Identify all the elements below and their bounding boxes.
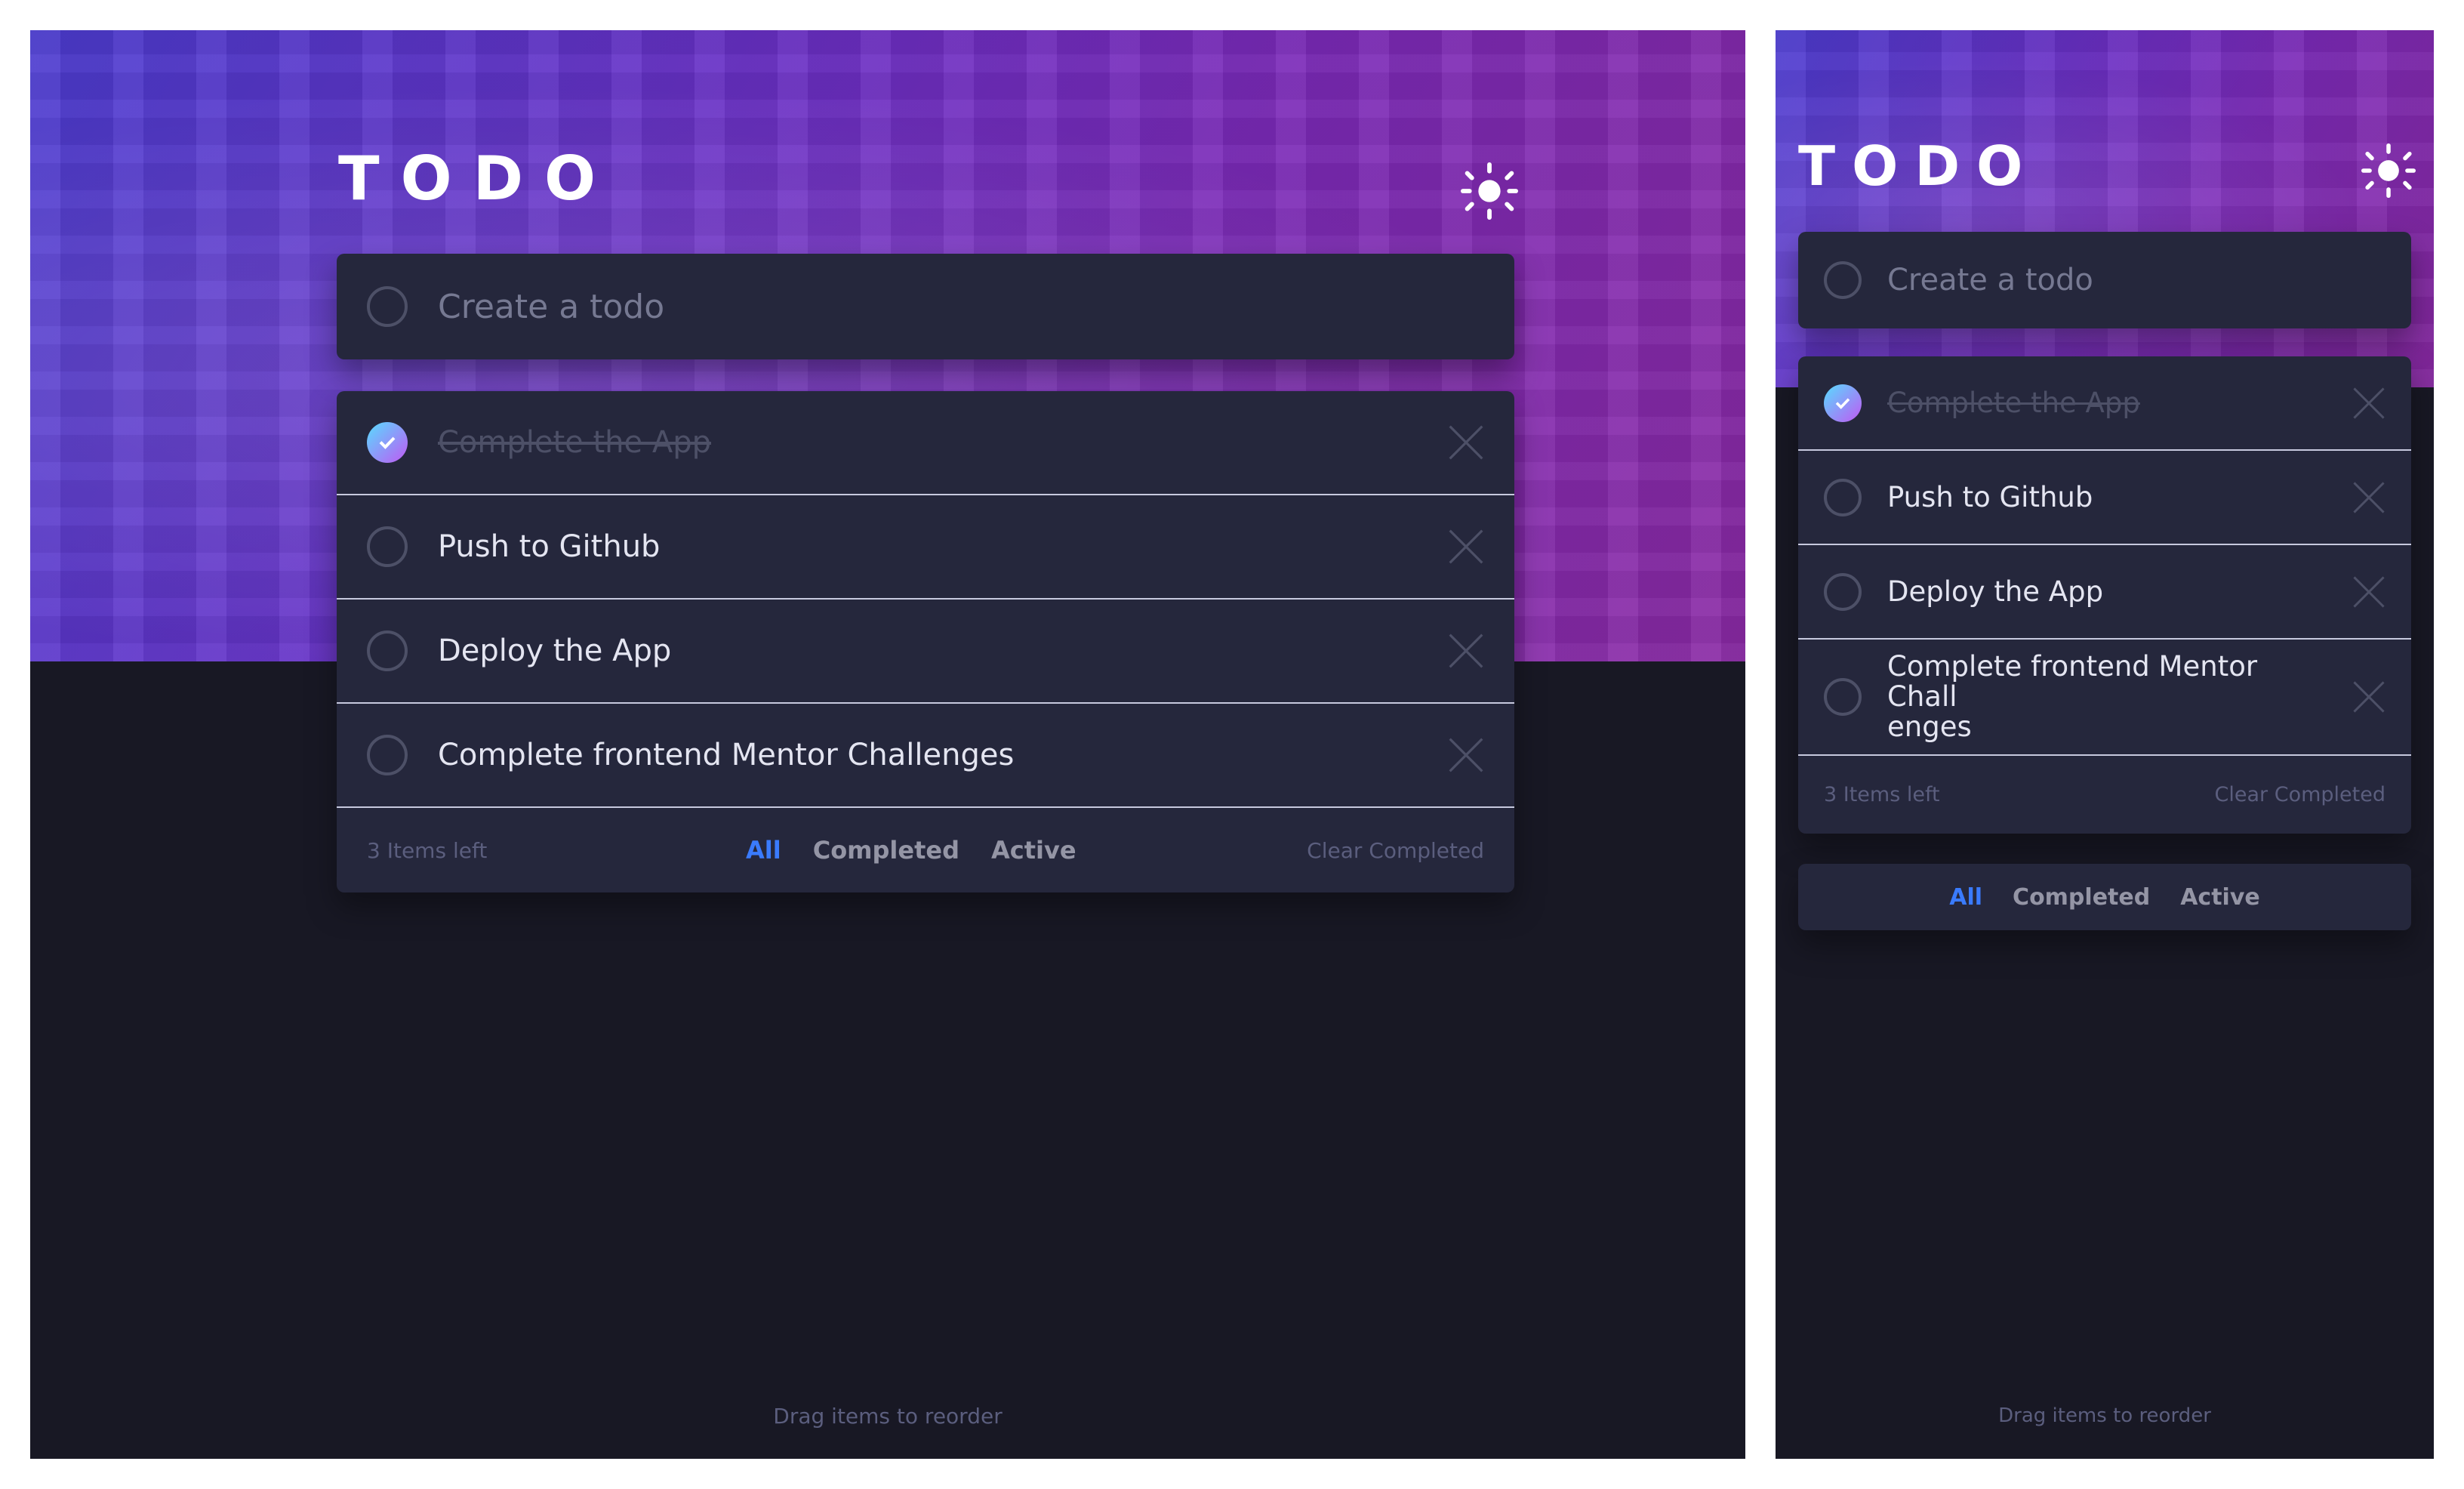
sun-icon[interactable]	[1461, 162, 1518, 220]
todo-item-text-line: enges	[1887, 711, 1972, 743]
todo-item-text-line: Complete frontend Mentor Chall	[1887, 650, 2258, 713]
drag-hint: Drag items to reorder	[773, 1404, 1003, 1429]
app-title: TODO	[1798, 134, 2040, 198]
create-todo-input[interactable]: Create a todo	[1887, 263, 2093, 297]
create-circle-icon[interactable]	[1824, 261, 1862, 299]
todo-item[interactable]: Complete frontend Mentor Chall enges	[1798, 640, 2411, 756]
sun-icon[interactable]	[2361, 143, 2416, 198]
desktop-view: TODO Create a todo Complete the App Push…	[30, 30, 1745, 1459]
filter-active[interactable]: Active	[2180, 884, 2260, 911]
todo-item-text: Complete frontend Mentor Challenges	[438, 738, 1015, 772]
todo-item[interactable]: Deploy the App	[337, 600, 1514, 704]
close-icon[interactable]	[2352, 680, 2385, 714]
list-footer: 3 Items left Clear Completed	[1798, 756, 2411, 834]
items-left-count: 3 Items left	[1824, 783, 1940, 806]
close-icon[interactable]	[1448, 424, 1484, 461]
todo-item-text: Deploy the App	[438, 634, 672, 668]
create-todo-input[interactable]: Create a todo	[438, 288, 664, 326]
todo-item[interactable]: Push to Github	[337, 495, 1514, 600]
app-title: TODO	[338, 143, 617, 214]
filter-group: All Completed Active	[1798, 864, 2411, 930]
drag-hint: Drag items to reorder	[1998, 1404, 2211, 1427]
todo-item-text: Complete frontend Mentor Chall enges	[1887, 652, 2352, 742]
check-icon[interactable]	[367, 422, 408, 463]
todo-item-text: Push to Github	[438, 529, 661, 564]
close-icon[interactable]	[1448, 633, 1484, 669]
todo-item[interactable]: Complete the App	[1798, 356, 2411, 451]
check-circle-icon[interactable]	[367, 630, 408, 671]
filter-active[interactable]: Active	[991, 836, 1076, 865]
list-footer: 3 Items left All Completed Active Clear …	[337, 808, 1514, 892]
close-icon[interactable]	[2352, 575, 2385, 609]
todo-item-text: Complete the App	[438, 425, 711, 460]
todo-item[interactable]: Deploy the App	[1798, 545, 2411, 640]
todo-list: Complete the App Push to Github Deploy t…	[1798, 356, 2411, 834]
check-circle-icon[interactable]	[367, 735, 408, 775]
close-icon[interactable]	[1448, 529, 1484, 565]
todo-item-text: Complete the App	[1887, 386, 2140, 419]
filter-all[interactable]: All	[746, 836, 781, 865]
create-circle-icon[interactable]	[367, 286, 408, 327]
create-todo-field[interactable]: Create a todo	[1798, 232, 2411, 328]
close-icon[interactable]	[1448, 737, 1484, 773]
check-icon[interactable]	[1824, 384, 1862, 422]
filter-completed[interactable]: Completed	[813, 836, 959, 865]
check-circle-icon[interactable]	[1824, 572, 1862, 611]
filter-all[interactable]: All	[1949, 884, 1982, 911]
todo-item[interactable]: Complete the App	[337, 391, 1514, 495]
hero-background	[1776, 30, 2434, 387]
clear-completed-button[interactable]: Clear Completed	[2215, 783, 2385, 806]
todo-item[interactable]: Push to Github	[1798, 451, 2411, 545]
close-icon[interactable]	[2352, 481, 2385, 514]
todo-item-text: Deploy the App	[1887, 575, 2104, 608]
filter-group: All Completed Active	[746, 808, 1076, 892]
close-icon[interactable]	[2352, 387, 2385, 420]
mobile-view: TODO Create a todo Complete the App Push…	[1776, 30, 2434, 1459]
filter-completed[interactable]: Completed	[2013, 884, 2150, 911]
check-circle-icon[interactable]	[1824, 678, 1862, 716]
clear-completed-button[interactable]: Clear Completed	[1307, 808, 1484, 892]
items-left-count: 3 Items left	[367, 837, 488, 863]
todo-item[interactable]: Complete frontend Mentor Challenges	[337, 704, 1514, 808]
check-circle-icon[interactable]	[367, 526, 408, 567]
check-circle-icon[interactable]	[1824, 478, 1862, 516]
todo-item-text: Push to Github	[1887, 480, 2093, 513]
todo-list: Complete the App Push to Github Deploy t…	[337, 391, 1514, 892]
filter-bar: All Completed Active	[1798, 864, 2411, 930]
create-todo-field[interactable]: Create a todo	[337, 254, 1514, 359]
